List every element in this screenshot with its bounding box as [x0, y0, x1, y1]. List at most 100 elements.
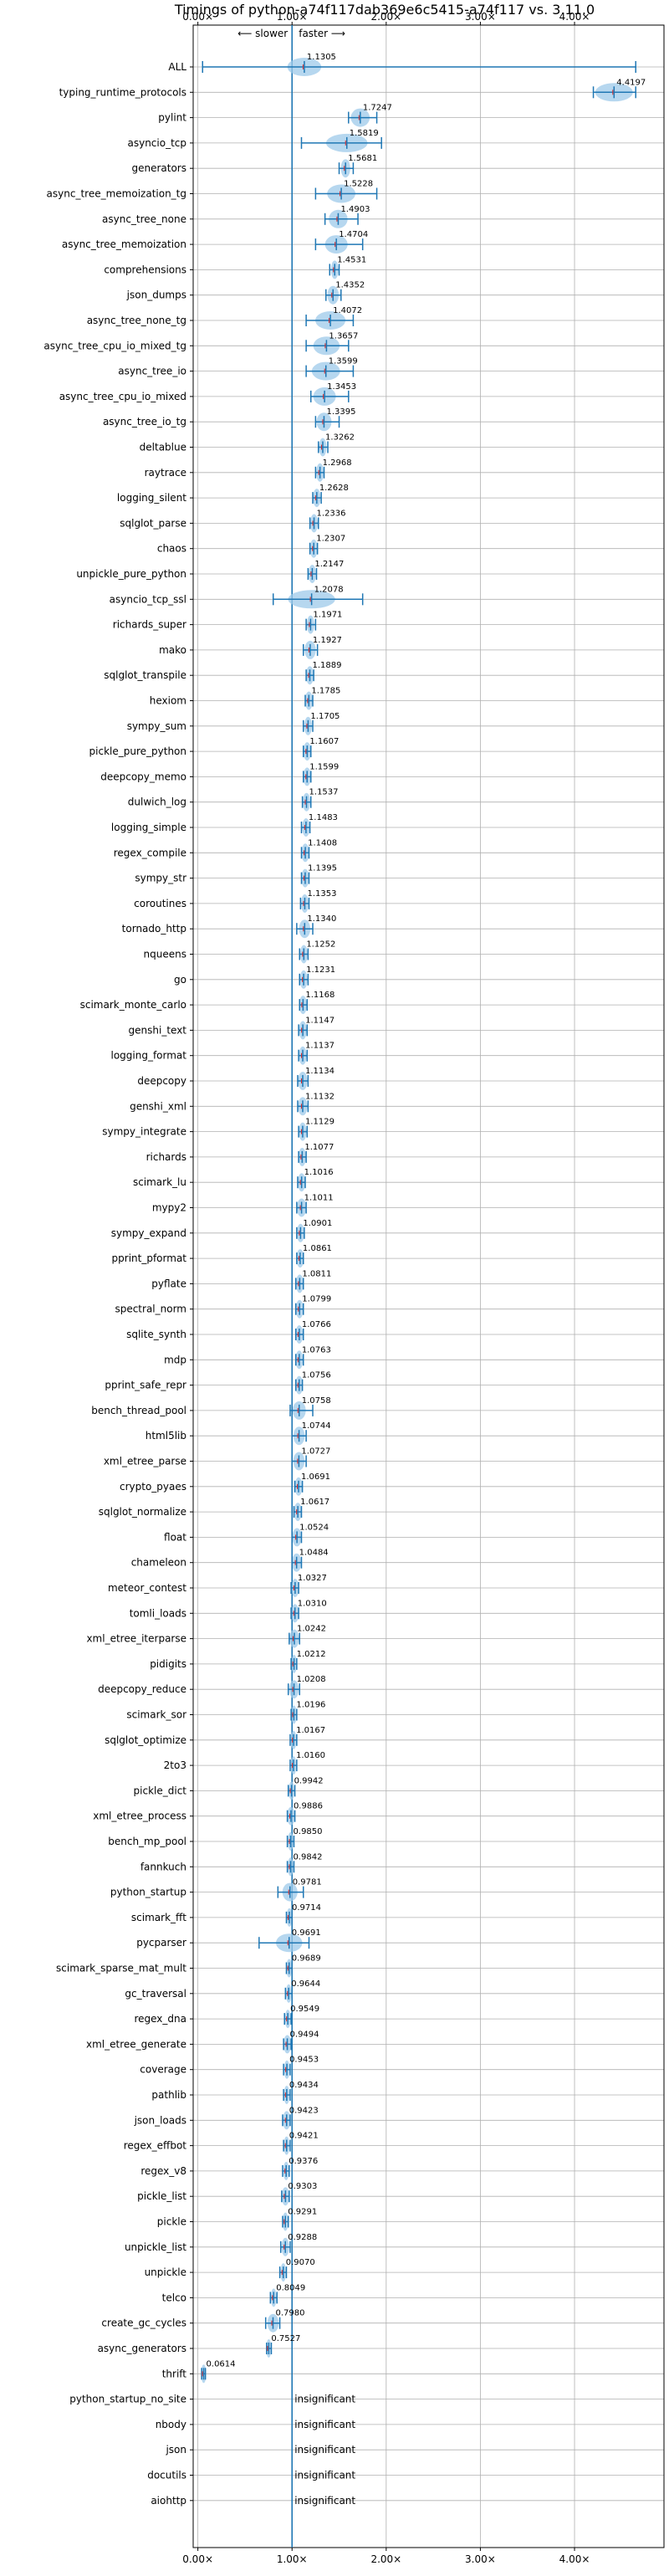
benchmark-label: deepcopy_reduce [98, 1683, 186, 1695]
benchmark-label: asyncio_tcp_ssl [110, 593, 186, 605]
value-label: 4.4197 [616, 78, 646, 87]
benchmark-label: deltablue [140, 442, 186, 453]
benchmark-label: scimark_monte_carlo [80, 999, 186, 1011]
benchmark-label: gc_traversal [125, 1988, 186, 2000]
value-label: 1.1927 [313, 636, 342, 645]
benchmark-label: async_generators [98, 2343, 186, 2354]
value-label: 1.0901 [303, 1219, 332, 1228]
benchmark-label: richards_super [113, 619, 186, 631]
benchmark-label: create_gc_cycles [101, 2317, 186, 2329]
benchmark-label: raytrace [145, 467, 186, 479]
value-label: 0.9421 [289, 2132, 319, 2141]
benchmark-label: logging_silent [117, 492, 186, 504]
value-label: 1.1129 [305, 1118, 334, 1127]
benchmark-label: nbody [156, 2419, 186, 2430]
value-label: 1.1353 [307, 889, 336, 899]
value-label: 1.0208 [297, 1675, 326, 1684]
value-label: 1.2147 [314, 560, 344, 569]
benchmark-label: async_tree_memoization_tg [47, 188, 186, 200]
value-label: 0.9781 [293, 1878, 322, 1887]
benchmark-label: json_dumps [126, 289, 186, 301]
value-label: 1.0524 [299, 1523, 329, 1532]
benchmark-label: deepcopy [137, 1075, 186, 1087]
value-label: 1.1483 [309, 813, 338, 822]
benchmark-label: comprehensions [104, 264, 186, 275]
value-label: 1.0691 [301, 1472, 330, 1482]
value-label: 1.5819 [350, 129, 379, 138]
value-label: 0.9689 [292, 1954, 321, 1964]
benchmark-label: sqlite_synth [126, 1329, 186, 1340]
benchmark-label: sympy_str [135, 873, 186, 884]
benchmark-label: scimark_lu [133, 1176, 186, 1188]
value-label: 1.0212 [297, 1650, 326, 1659]
benchmark-label: bench_mp_pool [108, 1836, 186, 1847]
benchmark-label: async_tree_none [102, 213, 186, 225]
benchmark-label: crypto_pyaes [120, 1481, 186, 1493]
benchmark-label: sympy_integrate [102, 1126, 186, 1138]
benchmark-label: pyflate [151, 1278, 186, 1289]
benchmark-label: sqlglot_normalize [99, 1506, 186, 1518]
value-label: 1.0242 [297, 1625, 326, 1634]
value-label: 1.0811 [302, 1269, 331, 1278]
value-label: 1.1785 [311, 687, 340, 696]
benchmark-label: float [164, 1531, 186, 1543]
value-label: 1.1011 [304, 1194, 334, 1203]
x-tick-label-top: 4.00× [559, 11, 590, 23]
value-label: 0.9886 [294, 1802, 323, 1811]
x-tick-label-bottom: 4.00× [559, 2553, 590, 2565]
benchmark-label: meteor_contest [108, 1582, 186, 1594]
value-label: 0.9494 [290, 2030, 319, 2039]
benchmark-violin-chart: Timings of python-a74f117dab369e6c5415-a… [43, 2, 665, 2565]
benchmark-label: tornado_http [122, 923, 186, 935]
value-label: 1.0758 [302, 1396, 331, 1406]
benchmark-label: coroutines [134, 898, 186, 909]
benchmark-label: regex_effbot [124, 2140, 187, 2152]
benchmark-label: json_loads [134, 2114, 186, 2126]
benchmark-label: typing_runtime_protocols [59, 86, 186, 98]
value-label: 0.9453 [289, 2056, 319, 2065]
value-label: 1.1395 [308, 864, 337, 873]
value-label: 1.1705 [310, 712, 340, 721]
value-label: 1.5681 [348, 154, 377, 163]
x-tick-label-bottom: 1.00× [277, 2553, 308, 2565]
value-label: 1.4072 [333, 306, 362, 315]
benchmark-label: docutils [147, 2470, 186, 2481]
benchmark-label: logging_simple [111, 822, 186, 833]
value-label: 1.5228 [344, 180, 373, 189]
benchmark-label: sqlglot_transpile [104, 669, 186, 681]
benchmark-label: pylint [158, 112, 186, 124]
x-tick-label-bottom: 2.00× [370, 2553, 401, 2565]
value-label: 0.9070 [286, 2258, 315, 2267]
benchmark-label: async_tree_memoization [62, 238, 186, 250]
value-label: 1.1137 [305, 1042, 334, 1051]
value-label: 1.0617 [300, 1498, 329, 1507]
benchmark-label: pickle [157, 2216, 186, 2228]
value-label: 1.1134 [305, 1067, 334, 1076]
value-label: 0.9691 [292, 1928, 321, 1938]
benchmark-label: thrift [162, 2368, 187, 2379]
value-label: 1.3453 [327, 382, 356, 392]
insignificant-label: insignificant [294, 2470, 355, 2481]
benchmark-label: scimark_sor [126, 1709, 186, 1721]
plot-area: 0.00× 0.00× 1.00× 1.00× 2.00× 2.00× 3.00× 3.00×… [43, 11, 665, 2565]
benchmark-label: logging_format [110, 1050, 186, 1062]
x-tick-label-bottom: 3.00× [465, 2553, 496, 2565]
benchmark-label: ALL [168, 61, 186, 73]
value-label: 0.8049 [276, 2283, 305, 2292]
value-label: 1.2078 [314, 585, 344, 594]
benchmark-label: html5lib [146, 1430, 186, 1442]
value-label: 1.0744 [302, 1421, 331, 1431]
benchmark-label: json [165, 2444, 186, 2456]
value-label: 1.0756 [302, 1371, 331, 1380]
benchmark-label: async_tree_cpu_io_mixed_tg [43, 340, 186, 351]
benchmark-label: pidigits [150, 1658, 186, 1670]
value-label: 1.0766 [302, 1320, 331, 1329]
value-label: 1.0727 [301, 1447, 330, 1457]
benchmark-label: pickle_pure_python [89, 745, 186, 757]
benchmark-label: bench_thread_pool [91, 1405, 186, 1416]
benchmark-label: pprint_safe_repr [105, 1380, 186, 1391]
value-label: 0.9288 [288, 2233, 317, 2242]
value-label: 0.0614 [207, 2359, 236, 2369]
benchmark-label: mdp [164, 1354, 186, 1365]
benchmark-label: hexiom [150, 695, 186, 707]
